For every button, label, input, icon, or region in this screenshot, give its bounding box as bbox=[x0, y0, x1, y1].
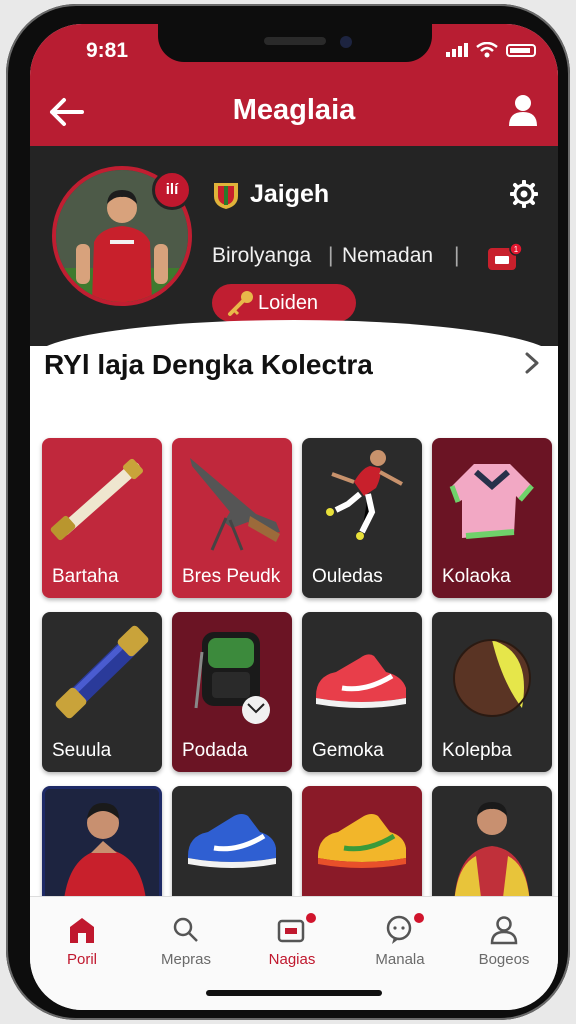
pill-label: Loiden bbox=[258, 292, 319, 314]
tab-mepras[interactable]: Mepras bbox=[142, 915, 230, 968]
collection-item[interactable]: Bartaha bbox=[42, 438, 162, 598]
chat-icon bbox=[386, 915, 412, 944]
user-icon[interactable] bbox=[506, 92, 540, 128]
item-label: Podada bbox=[182, 740, 248, 761]
notch bbox=[158, 24, 432, 62]
speaker bbox=[264, 37, 326, 45]
tab-manala[interactable]: Manala bbox=[356, 913, 444, 968]
status-icons bbox=[446, 42, 536, 58]
phone-frame: 9:81 Meaglaia ilí Jaigeh Birolyanga | Ne… bbox=[6, 4, 570, 1020]
collection-item[interactable]: Ouledas bbox=[302, 438, 422, 598]
app-bar: Meaglaia bbox=[30, 78, 558, 146]
tab-poril[interactable]: Poril bbox=[38, 915, 126, 968]
item-label: Bartaha bbox=[52, 566, 119, 587]
divider-2: | bbox=[454, 244, 460, 267]
player-name: Jaigeh bbox=[250, 180, 330, 208]
profile-icon bbox=[490, 916, 518, 945]
key-icon bbox=[228, 291, 253, 316]
app-title: Meaglaia bbox=[232, 94, 356, 126]
status-time: 9:81 bbox=[86, 39, 129, 62]
home-indicator[interactable] bbox=[206, 990, 382, 996]
signal-icon bbox=[446, 43, 468, 57]
collection-item[interactable]: Kolepba bbox=[432, 612, 552, 772]
item-label: Kolepba bbox=[442, 740, 512, 761]
tab-label: Nagias bbox=[268, 951, 316, 968]
item-label: Seuula bbox=[52, 740, 112, 761]
collection-item[interactable]: Gemoka bbox=[302, 612, 422, 772]
tab-nagias[interactable]: Nagias bbox=[248, 913, 336, 968]
item-label: Kolaoka bbox=[442, 566, 511, 587]
collection-item[interactable]: Kolaoka bbox=[432, 438, 552, 598]
screen: 9:81 Meaglaia ilí Jaigeh Birolyanga | Ne… bbox=[30, 24, 558, 1010]
loiden-button[interactable]: Loiden bbox=[212, 284, 356, 322]
nagias-badge bbox=[306, 913, 316, 923]
divider: | bbox=[328, 244, 334, 267]
manala-badge bbox=[414, 913, 424, 923]
item-label: Gemoka bbox=[312, 740, 384, 761]
inbox-icon bbox=[277, 919, 305, 943]
gear-icon[interactable] bbox=[510, 180, 538, 208]
notif-count: 1 bbox=[514, 245, 519, 254]
avatar-badge[interactable]: ilí bbox=[152, 170, 192, 210]
collection-item[interactable]: Podada bbox=[172, 612, 292, 772]
profile-subtitle-left: Birolyanga bbox=[212, 244, 312, 267]
camera-dot bbox=[340, 36, 352, 48]
notification-icon[interactable]: 1 bbox=[486, 242, 522, 272]
tab-label: Mepras bbox=[160, 951, 212, 968]
tab-label: Manala bbox=[375, 951, 425, 968]
tab-bogeos[interactable]: Bogeos bbox=[460, 915, 548, 968]
section-title[interactable]: RYl laja Dengka Kolectra bbox=[44, 342, 464, 388]
collection-item[interactable]: Seuula bbox=[42, 612, 162, 772]
profile-panel: ilí Jaigeh Birolyanga | Nemadan | 1 Loid… bbox=[30, 146, 558, 346]
profile-subtitle-right: Nemadan bbox=[342, 244, 434, 267]
item-label: Ouledas bbox=[312, 566, 383, 587]
collection-grid: Bartaha Bres Peudk Ouledas Kolaoka Seuul… bbox=[42, 438, 552, 946]
tab-label: Bogeos bbox=[478, 951, 530, 968]
battery-icon bbox=[506, 43, 536, 57]
home-icon bbox=[70, 918, 94, 943]
search-icon bbox=[173, 917, 198, 942]
item-label: Bres Peudk bbox=[182, 566, 281, 587]
collection-item[interactable]: Bres Peudk bbox=[172, 438, 292, 598]
tab-label: Poril bbox=[66, 951, 97, 968]
wifi-icon bbox=[476, 42, 498, 58]
chevron-right-icon[interactable] bbox=[522, 350, 542, 376]
club-crest-icon bbox=[214, 183, 238, 209]
